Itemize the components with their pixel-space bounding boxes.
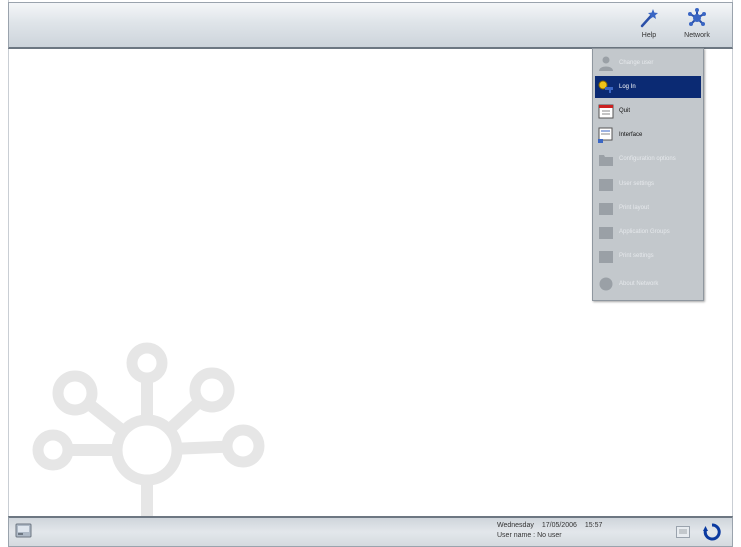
menu-item-about[interactable]: About Network (595, 273, 701, 295)
menu-item-user-settings[interactable]: User settings (595, 173, 701, 195)
folder-icon (599, 203, 613, 215)
menu-item-quit[interactable]: Quit (595, 100, 701, 122)
menu-item-log-in[interactable]: Log In (595, 76, 701, 98)
status-date: 17/05/2006 (541, 522, 577, 529)
status-info: Wednesday 17/05/2006 15:57 User name : No … (497, 521, 610, 541)
wand-icon (640, 9, 658, 28)
keyboard-icon (676, 526, 690, 538)
keyboard-button[interactable] (676, 526, 690, 541)
folder-icon (599, 227, 613, 239)
application-icon (15, 523, 32, 538)
document-icon (598, 127, 613, 143)
calendar-icon (598, 104, 614, 119)
status-bar: Wednesday 17/05/2006 15:57 User name : No … (8, 516, 733, 547)
folder-icon (599, 155, 613, 166)
refresh-button[interactable] (702, 522, 722, 545)
menu-item-label: Interface (619, 132, 643, 138)
help-button-label: Help (641, 32, 657, 39)
menu-item-label: Application Groups (619, 229, 670, 235)
folder-icon (599, 179, 613, 191)
menu-item-application-groups[interactable]: Application Groups (595, 221, 701, 243)
globe-icon (599, 277, 613, 291)
help-button[interactable]: Help (629, 7, 669, 45)
menu-item-print-layout[interactable]: Print layout (595, 197, 701, 219)
menu-item-change-user[interactable]: Change user (595, 52, 701, 74)
menu-item-label: Quit (619, 108, 631, 114)
menu-item-configuration-options[interactable]: Configuration options (595, 148, 701, 170)
menu-item-label: Print settings (619, 253, 654, 259)
status-day: Wednesday (497, 522, 534, 529)
top-toolbar: Help Network (8, 2, 733, 49)
menu-item-interface[interactable]: Interface (595, 124, 701, 146)
network-button-label: Network (684, 32, 710, 39)
network-icon (688, 8, 706, 26)
refresh-icon (703, 523, 721, 541)
status-time: 15:57 (584, 522, 603, 529)
menu-item-label: Log In (619, 84, 636, 90)
start-button[interactable] (15, 522, 33, 543)
user-icon (599, 56, 613, 71)
menu-item-print-settings[interactable]: Print settings (595, 245, 701, 267)
network-logo-watermark (32, 342, 265, 516)
status-user: User name : No user (497, 532, 562, 539)
dropdown-menu: Change user Log In Quit Interface Config… (592, 48, 704, 301)
menu-item-label: Print layout (619, 205, 650, 211)
key-icon (598, 80, 613, 93)
folder-icon (599, 251, 613, 263)
menu-item-label: Configuration options (619, 156, 676, 162)
menu-item-label: User settings (619, 181, 655, 187)
menu-item-label: About Network (619, 281, 659, 287)
menu-item-label: Change user (619, 60, 654, 66)
network-button[interactable]: Network (677, 7, 717, 45)
